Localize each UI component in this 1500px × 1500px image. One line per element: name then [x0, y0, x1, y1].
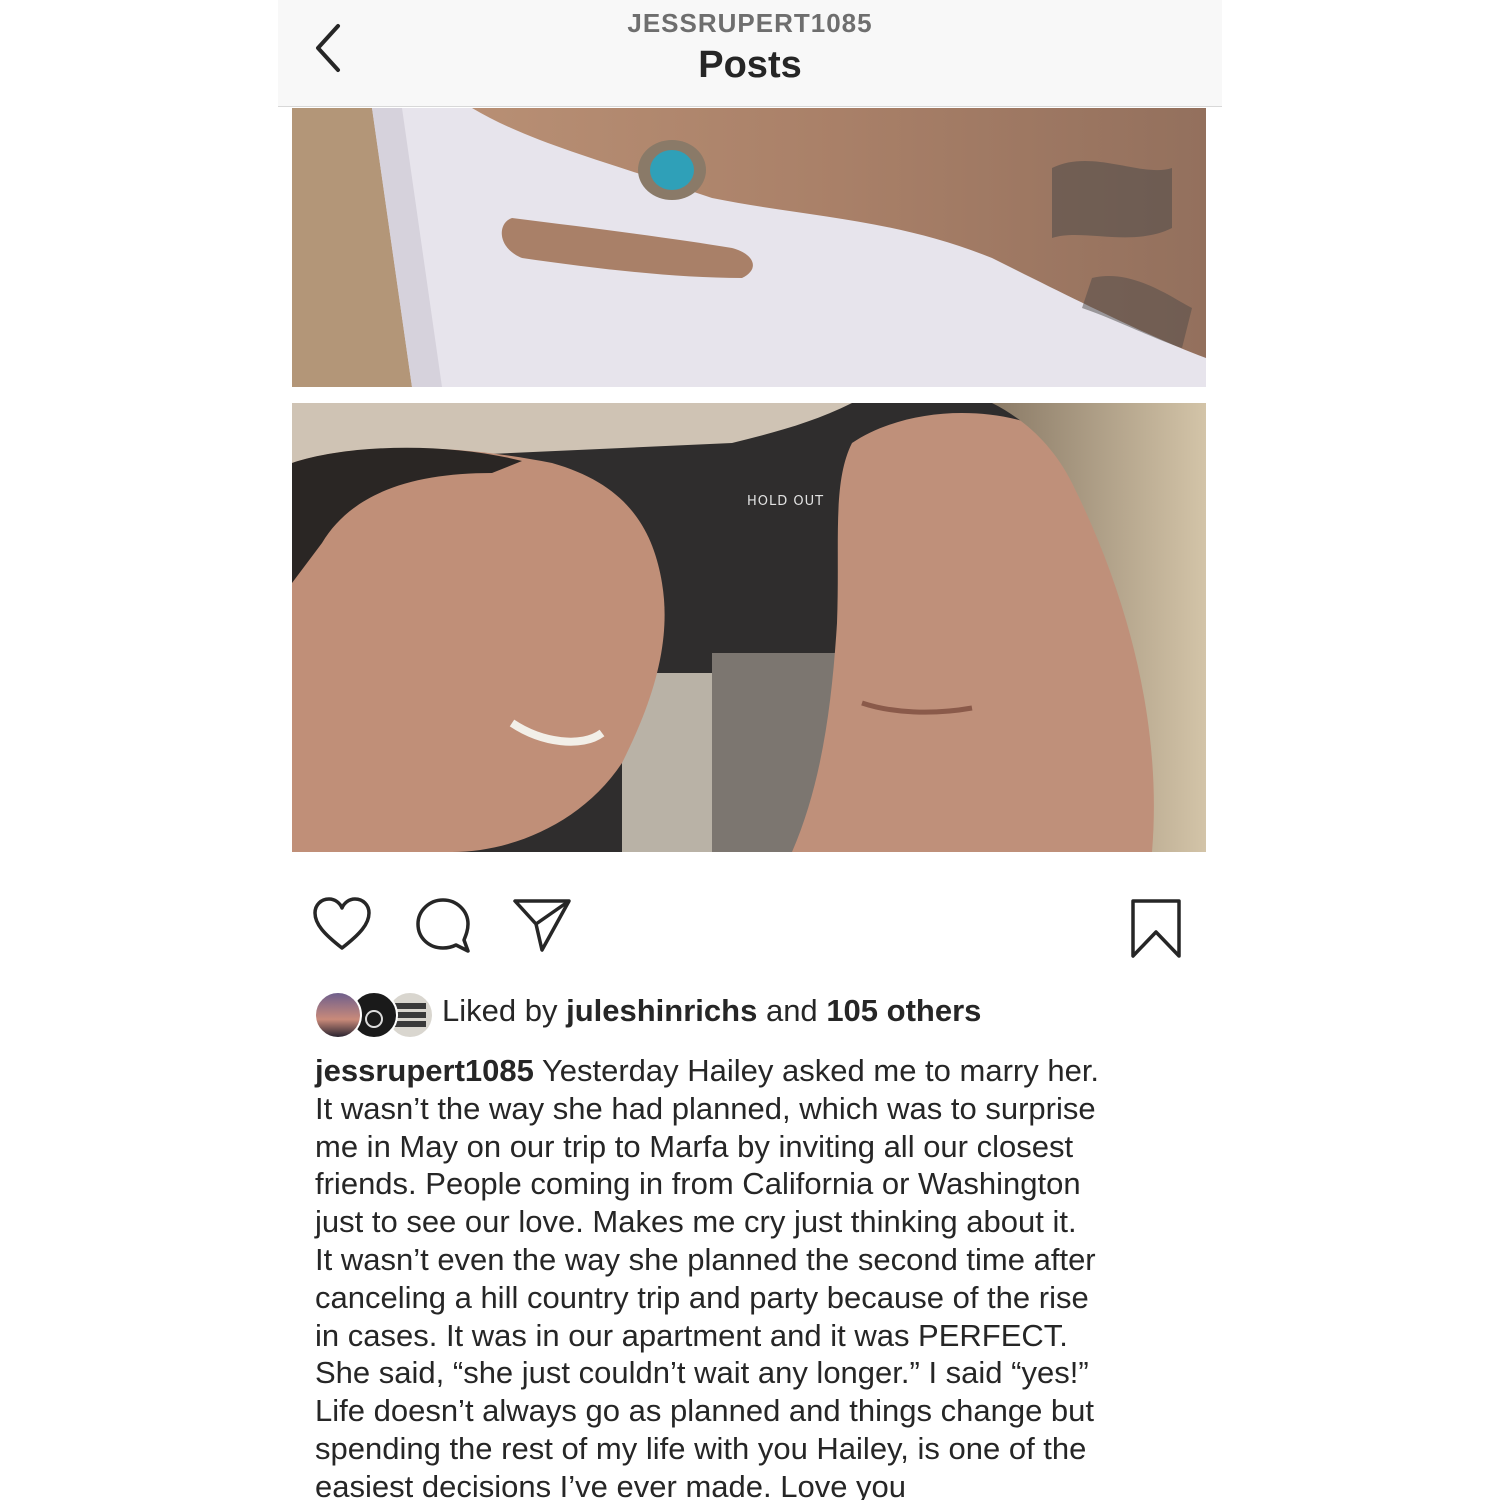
- caption-line: easiest decisions I’ve ever made. Love y…: [315, 1468, 907, 1500]
- liker-avatar[interactable]: [314, 991, 362, 1039]
- page-title: Posts: [698, 44, 802, 86]
- likes-summary: Liked by juleshinrichs and 105 others: [442, 993, 982, 1028]
- post-photo-couple[interactable]: HOLD OUT: [292, 403, 1206, 852]
- caption-line: It wasn’t the way she had planned, which…: [315, 1090, 1096, 1126]
- liker-username-link[interactable]: juleshinrichs: [566, 993, 757, 1028]
- likes-row: Liked by juleshinrichs and 105 others: [314, 988, 1194, 1039]
- ring-hand-image: [292, 108, 1206, 387]
- caption-line: just to see our love. Makes me cry just …: [315, 1204, 1077, 1240]
- caption-line: She said, “she just couldn’t wait any lo…: [315, 1355, 1089, 1391]
- caption-line: in cases. It was in our apartment and it…: [315, 1317, 1068, 1353]
- instagram-post-screen: JESSRUPERT1085 Posts HOLD OUT Liked by j…: [278, 0, 1222, 1500]
- caption-line: spending the rest of my life with you Ha…: [315, 1430, 1087, 1466]
- header-username: JESSRUPERT1085: [627, 8, 873, 38]
- paper-plane-icon[interactable]: [512, 896, 572, 954]
- nav-header: JESSRUPERT1085 Posts: [278, 0, 1222, 107]
- likes-count-link[interactable]: 105 others: [826, 993, 981, 1028]
- post-action-bar: [278, 890, 1222, 970]
- comment-bubble-icon[interactable]: [414, 896, 472, 954]
- heart-icon[interactable]: [312, 896, 372, 952]
- caption-username[interactable]: jessrupert1085: [315, 1053, 534, 1088]
- caption-line: canceling a hill country trip and party …: [315, 1279, 1089, 1315]
- caption-line: friends. People coming in from Californi…: [315, 1166, 1081, 1202]
- caption-line: me in May on our trip to Marfa by inviti…: [315, 1128, 1074, 1164]
- bookmark-icon[interactable]: [1128, 898, 1184, 960]
- couple-image: HOLD OUT: [292, 403, 1206, 852]
- caption-line: It wasn’t even the way she planned the s…: [315, 1241, 1096, 1277]
- caption-line: Life doesn’t always go as planned and th…: [315, 1393, 1095, 1429]
- post-caption: jessrupert1085 Yesterday Hailey asked me…: [315, 1052, 1195, 1500]
- post-photo-ring[interactable]: [292, 108, 1206, 387]
- hold-out-sign: HOLD OUT: [747, 494, 824, 509]
